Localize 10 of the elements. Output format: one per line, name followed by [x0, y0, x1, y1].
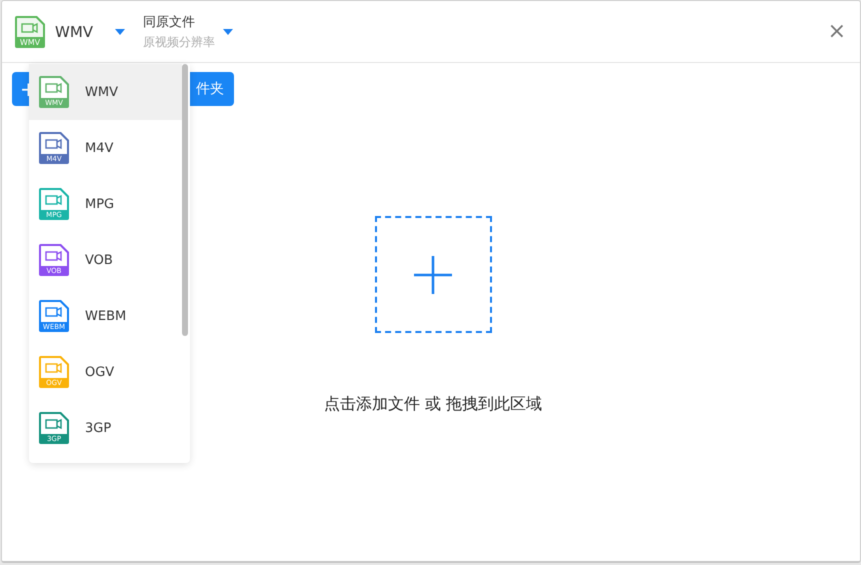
- format-label[interactable]: WMV: [55, 22, 94, 40]
- video-file-icon: WMV: [15, 16, 45, 48]
- resolution-subtitle: 原视频分辨率: [143, 34, 216, 50]
- caret-icon[interactable]: [115, 28, 126, 34]
- resolution-title[interactable]: 同原文件: [143, 12, 216, 30]
- drop-hint: 点击添加文件 或 拖拽到此区域: [324, 394, 542, 415]
- caret-icon[interactable]: [223, 28, 234, 34]
- drop-area[interactable]: [374, 216, 492, 333]
- close-button[interactable]: ×: [828, 20, 846, 42]
- plus-icon: [414, 256, 452, 294]
